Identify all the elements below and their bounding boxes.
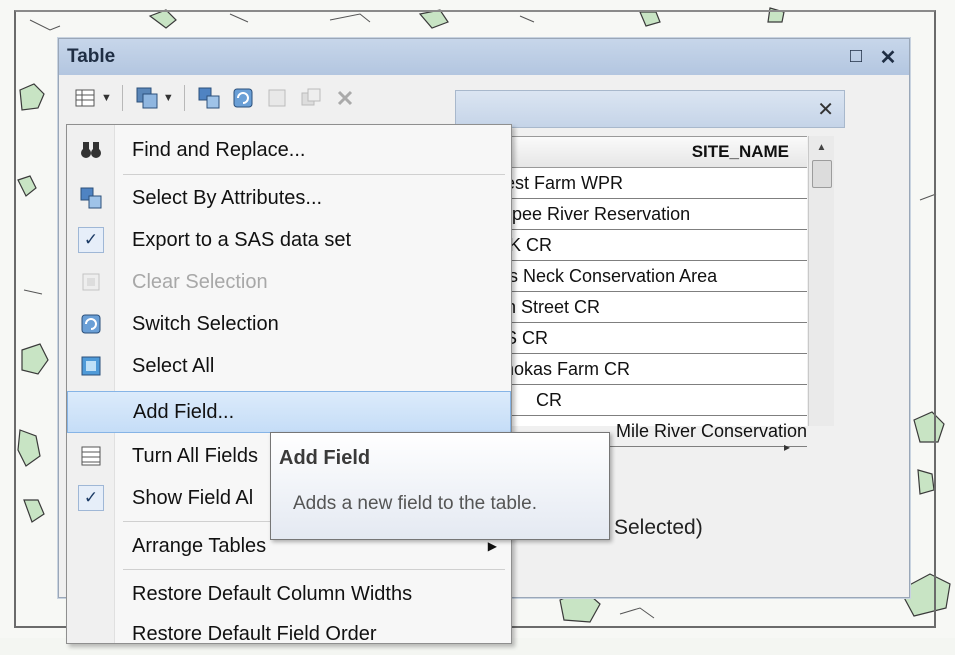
menu-item-add-field[interactable]: Add Field... [67, 391, 511, 433]
clear-selection-icon [67, 261, 115, 303]
clear-selection-button[interactable] [263, 84, 291, 112]
select-by-attributes-icon [67, 177, 115, 219]
title-bar[interactable]: Table □ ✕ [59, 39, 909, 75]
tooltip-title: Add Field [279, 447, 371, 469]
switch-selection-icon [233, 88, 253, 108]
field-list-icon [67, 435, 115, 477]
table-options-menu: Find and Replace... Select By Attributes… [66, 124, 512, 645]
restore-button[interactable]: □ [845, 45, 867, 70]
menu-item-label: Switch Selection [132, 312, 279, 335]
zoom-to-selected-button[interactable] [297, 84, 325, 112]
menu-item-label: Clear Selection [132, 270, 268, 293]
menu-item-label: Turn All Fields [132, 444, 258, 467]
clear-selection-icon [268, 89, 286, 107]
tab-close-button[interactable]: ✕ [817, 97, 834, 122]
table-options-icon [75, 89, 95, 107]
menu-item-select-by-attributes[interactable]: Select By Attributes... [67, 177, 511, 219]
menu-item-label: Restore Default Field Order [132, 622, 377, 645]
menu-item-label: Show Field Al [132, 486, 254, 509]
selection-status: Selected) [614, 516, 703, 539]
close-button[interactable]: ✕ [877, 45, 899, 70]
checkmark-icon: ✓ [78, 485, 104, 511]
menu-item-label: Add Field... [133, 400, 235, 423]
menu-item-restore-field-order[interactable]: Restore Default Field Order [67, 613, 511, 655]
related-tables-icon [136, 87, 158, 109]
delete-selected-button[interactable] [331, 84, 359, 112]
menu-item-label: Restore Default Column Widths [132, 582, 413, 605]
chevron-down-icon[interactable]: ▼ [101, 92, 112, 104]
menu-item-label: Select By Attributes... [132, 186, 323, 209]
menu-item-label: Select All [132, 354, 215, 377]
table-options-button[interactable] [71, 84, 99, 112]
menu-item-restore-column-widths[interactable]: Restore Default Column Widths [67, 573, 511, 615]
menu-item-select-all[interactable]: Select All [67, 345, 511, 387]
window-title: Table [67, 46, 116, 67]
vertical-scrollbar[interactable]: ▲ [808, 136, 834, 426]
delete-icon [337, 90, 352, 106]
menu-separator [123, 174, 505, 175]
menu-item-label: Arrange Tables [132, 534, 267, 557]
binoculars-icon [67, 129, 115, 171]
menu-item-clear-selection[interactable]: Clear Selection [67, 261, 511, 303]
menu-item-label: Export to a SAS data set [132, 228, 352, 251]
scroll-thumb[interactable] [812, 160, 832, 188]
submenu-arrow-icon: ▶ [487, 539, 497, 553]
menu-item-find-replace[interactable]: Find and Replace... [67, 129, 511, 171]
scroll-right-icon[interactable]: ▸ [784, 440, 790, 454]
table-tab-strip: ✕ [455, 90, 845, 128]
select-by-attributes-icon [198, 87, 220, 109]
zoom-to-selected-icon [301, 88, 321, 106]
checkmark-icon: ✓ [78, 227, 104, 253]
menu-item-export-sas[interactable]: ✓ Export to a SAS data set [67, 219, 511, 261]
select-by-attributes-button[interactable] [195, 84, 223, 112]
menu-item-switch-selection[interactable]: Switch Selection [67, 303, 511, 345]
tooltip-description: Adds a new field to the table. [293, 493, 537, 514]
chevron-down-icon[interactable]: ▼ [163, 92, 174, 104]
switch-selection-icon [67, 303, 115, 345]
menu-separator [123, 569, 505, 570]
select-all-icon [67, 345, 115, 387]
toolbar-separator [121, 85, 123, 111]
switch-selection-button[interactable] [229, 84, 257, 112]
scroll-up-icon[interactable]: ▲ [809, 136, 834, 158]
toolbar-separator [183, 85, 185, 111]
related-tables-button[interactable] [133, 84, 161, 112]
add-field-tooltip: Add Field Adds a new field to the table. [270, 432, 610, 540]
menu-item-label: Find and Replace... [132, 138, 306, 161]
